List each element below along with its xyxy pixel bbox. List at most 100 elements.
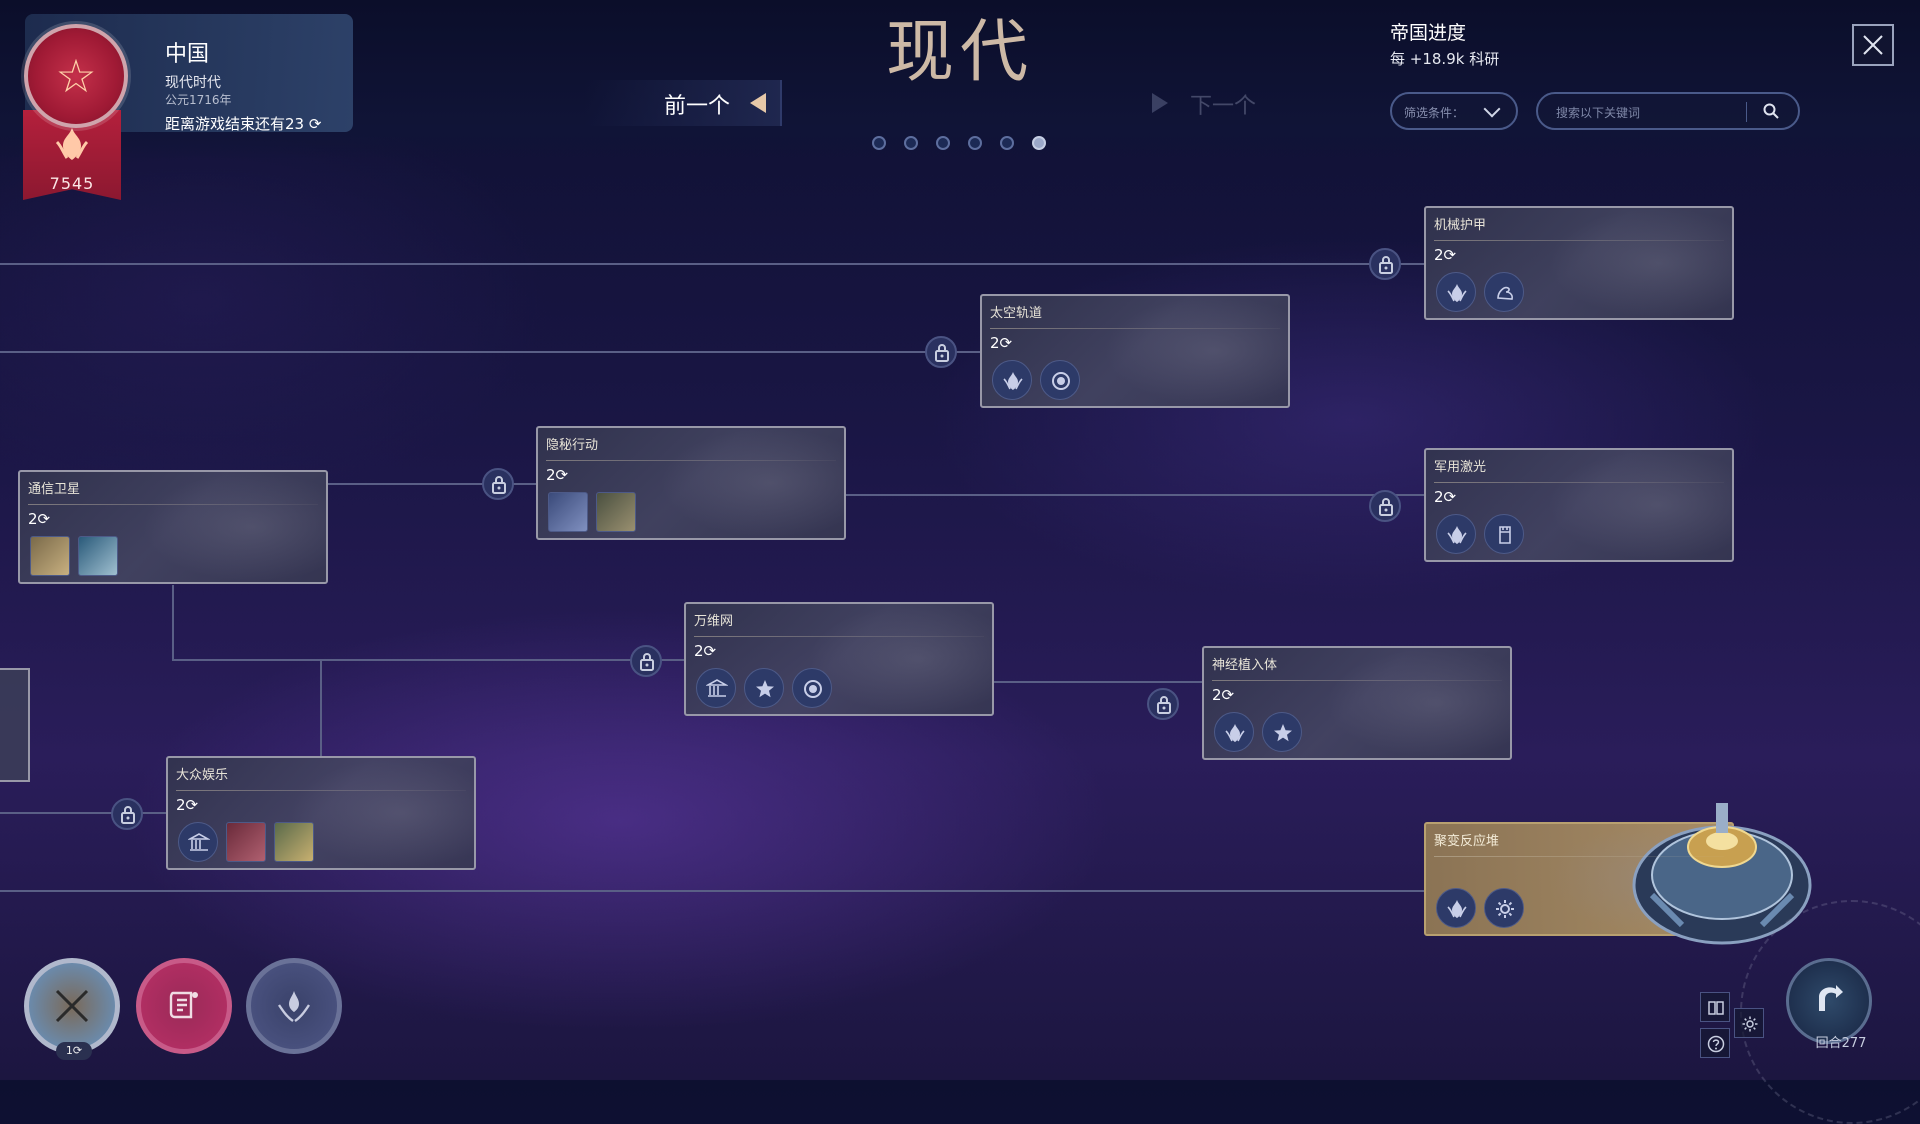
tech-card-mech-armor[interactable]: 机械护甲 2⟳: [1424, 206, 1734, 320]
tech-card-military-laser[interactable]: 军用激光 2⟳: [1424, 448, 1734, 562]
action-count-badge: 1⟳: [56, 1042, 92, 1060]
tech-cost: 2⟳: [694, 642, 716, 660]
settings-button[interactable]: [1734, 1008, 1764, 1038]
tech-connector: [845, 494, 1425, 496]
divider: [176, 790, 466, 791]
gear-icon[interactable]: [1484, 888, 1524, 928]
scroll-button[interactable]: [136, 958, 232, 1054]
tech-connector: [0, 351, 980, 353]
divider: [546, 460, 836, 461]
turn-counter: 回合277: [1815, 1036, 1867, 1051]
gear-icon: [1742, 1016, 1758, 1032]
science-icon[interactable]: [992, 360, 1032, 400]
turn-icon: ⟳: [703, 642, 717, 660]
tech-card-space-orbit[interactable]: 太空轨道 2⟳: [980, 294, 1290, 408]
lock-icon: [1369, 248, 1401, 280]
prev-era-label: 前一个: [663, 94, 730, 119]
turn-icon: ⟳: [37, 510, 51, 528]
star-icon[interactable]: [744, 668, 784, 708]
divider: [1434, 482, 1724, 483]
close-icon: [1863, 35, 1883, 55]
star-icon[interactable]: [1262, 712, 1302, 752]
divider: [28, 504, 318, 505]
encyclopedia-button[interactable]: [1700, 992, 1730, 1022]
book-icon: [1708, 1001, 1724, 1015]
filter-label: 筛选条件：: [1404, 106, 1465, 120]
tech-cost-value: 2: [1212, 686, 1222, 704]
next-era-label: 下一个: [1190, 94, 1257, 119]
search-box[interactable]: [1536, 92, 1800, 130]
close-button[interactable]: [1852, 24, 1894, 66]
page-dot-active[interactable]: [1032, 136, 1046, 150]
city-image[interactable]: [274, 822, 314, 862]
tech-name: 大众娱乐: [176, 768, 229, 783]
turn-icon: ⟳: [72, 1044, 83, 1057]
page-dot[interactable]: [1000, 136, 1014, 150]
museum-icon[interactable]: [178, 822, 218, 862]
help-button[interactable]: [1700, 1028, 1730, 1058]
score-value: 7545: [49, 174, 95, 193]
action-count: 1: [65, 1044, 73, 1057]
tech-name: 机械护甲: [1434, 218, 1487, 233]
turns-remaining-text: 距离游戏结束还有23: [165, 115, 305, 133]
filter-dropdown[interactable]: 筛选条件：: [1390, 92, 1518, 130]
crowd-image[interactable]: [226, 822, 266, 862]
tower-icon[interactable]: [1484, 514, 1524, 554]
tech-cost-value: 2: [1434, 246, 1444, 264]
tech-card-comm-satellite[interactable]: 通信卫星 2⟳: [18, 470, 328, 584]
science-icon[interactable]: [1436, 888, 1476, 928]
arm-icon[interactable]: [1484, 272, 1524, 312]
tech-card-covert-ops[interactable]: 隐秘行动 2⟳: [536, 426, 846, 540]
page-dot[interactable]: [872, 136, 886, 150]
science-icon[interactable]: [1214, 712, 1254, 752]
turn-icon: ⟳: [999, 334, 1013, 352]
turn-icon: ⟳: [555, 466, 569, 484]
tech-name: 聚变反应堆: [1434, 834, 1500, 849]
search-input[interactable]: [1554, 102, 1748, 124]
tech-cost-value: 2: [990, 334, 1000, 352]
tech-name: 太空轨道: [990, 306, 1043, 321]
lock-icon: [111, 798, 143, 830]
tech-connector: [172, 585, 174, 659]
building-image[interactable]: [30, 536, 70, 576]
page-dot[interactable]: [936, 136, 950, 150]
tech-card-neural-implant[interactable]: 神经植入体 2⟳: [1202, 646, 1512, 760]
tech-connector: [172, 659, 684, 661]
scroll-icon: [169, 991, 198, 1019]
research-rate: 每 +18.9k 科研: [1390, 50, 1500, 68]
science-icon[interactable]: [1436, 272, 1476, 312]
person-image[interactable]: [78, 536, 118, 576]
page-dot[interactable]: [968, 136, 982, 150]
tech-cost: 2⟳: [28, 510, 50, 528]
turn-icon: ⟳: [1443, 488, 1457, 506]
tech-connector: [992, 681, 1202, 683]
soldier-image[interactable]: [596, 492, 636, 532]
orbit-icon[interactable]: [1040, 360, 1080, 400]
tech-cost-value: 2: [546, 466, 556, 484]
science-icon[interactable]: [1436, 514, 1476, 554]
tech-name: 通信卫星: [28, 482, 81, 497]
tech-cost: 2⟳: [1212, 686, 1234, 704]
tech-name: 神经植入体: [1212, 658, 1278, 673]
divider: [990, 328, 1280, 329]
turn-icon: ⟳: [185, 796, 199, 814]
tech-card-partial[interactable]: [0, 668, 30, 782]
arrow-right-icon: [1152, 93, 1168, 113]
agent-image[interactable]: [548, 492, 588, 532]
prev-era-button[interactable]: 前一个: [585, 80, 782, 126]
next-era-button[interactable]: 下一个: [1140, 80, 1270, 126]
museum-icon[interactable]: [696, 668, 736, 708]
tech-card-world-wide-web[interactable]: 万维网 2⟳: [684, 602, 994, 716]
culture-button[interactable]: [246, 958, 342, 1054]
lock-icon: [482, 468, 514, 500]
lock-icon: [1147, 688, 1179, 720]
help-icon: [1707, 1035, 1725, 1053]
tech-card-mass-entertainment[interactable]: 大众娱乐 2⟳: [166, 756, 476, 870]
search-icon[interactable]: [1762, 102, 1780, 120]
page-dot[interactable]: [904, 136, 918, 150]
tech-cost: 2⟳: [176, 796, 198, 814]
orbit-icon[interactable]: [792, 668, 832, 708]
divider: [694, 636, 984, 637]
chevron-down-icon: [1483, 100, 1501, 118]
cancel-research-button[interactable]: [24, 958, 120, 1054]
